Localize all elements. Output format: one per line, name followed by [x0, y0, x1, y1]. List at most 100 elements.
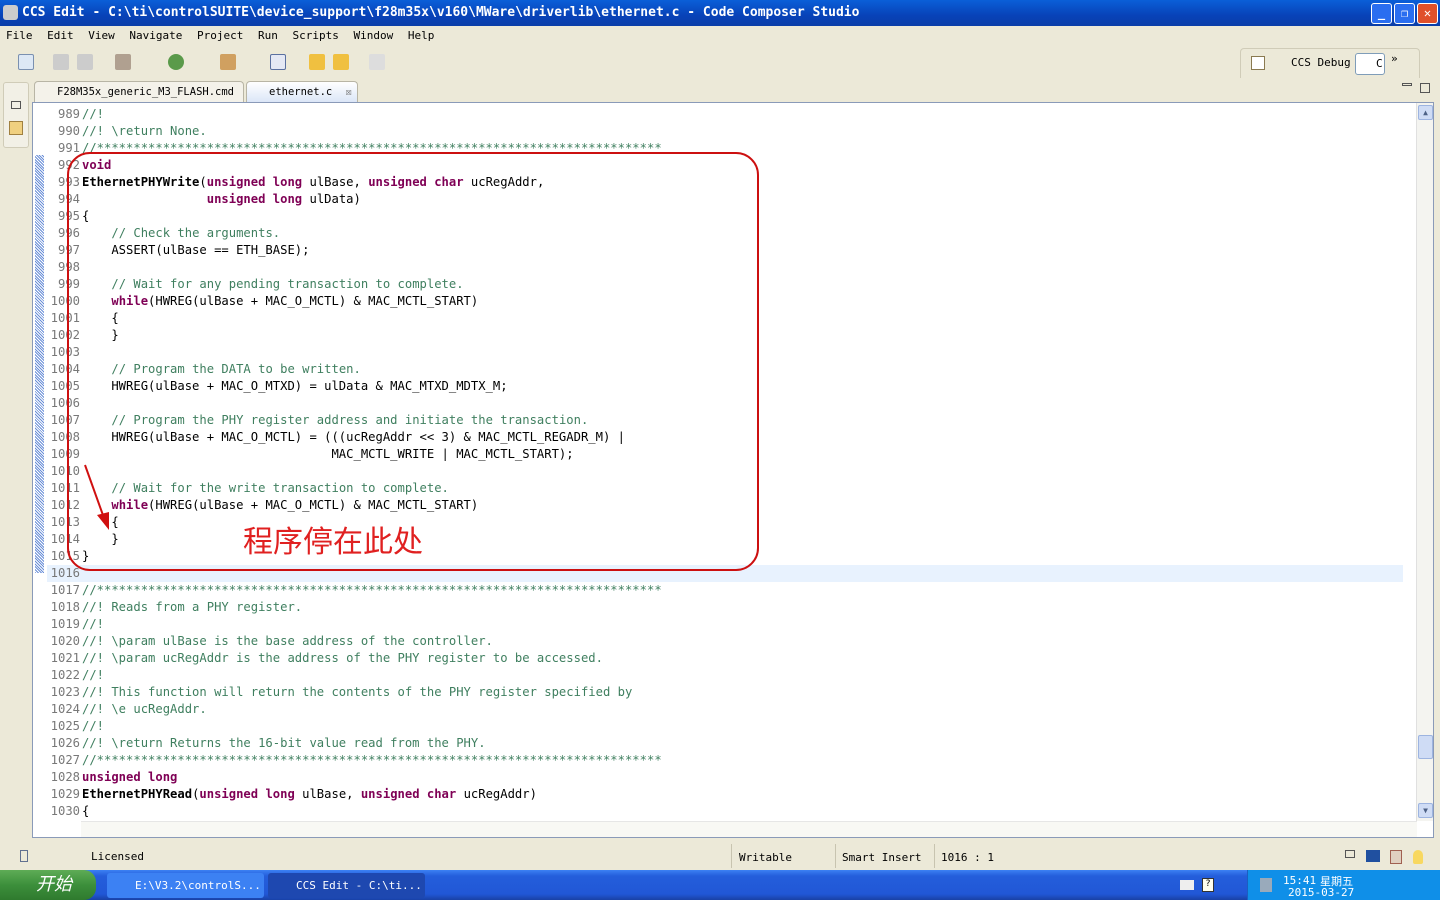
- progress-icon[interactable]: [1390, 850, 1402, 864]
- code-line[interactable]: 993 EthernetPHYWrite(unsigned long ulBase…: [47, 174, 1403, 191]
- perspective-ccs-edit[interactable]: C: [1355, 53, 1385, 75]
- code-line[interactable]: 1001 {: [47, 310, 1403, 327]
- forward-icon[interactable]: [369, 54, 385, 70]
- code-line[interactable]: 1002 }: [47, 327, 1403, 344]
- project-explorer-icon[interactable]: [9, 121, 23, 135]
- code-line[interactable]: 994 unsigned long ulData): [47, 191, 1403, 208]
- task-explorer[interactable]: E:\V3.2\controlS...: [107, 873, 264, 898]
- code-line[interactable]: 1023//! This function will return the co…: [47, 684, 1403, 701]
- code-line[interactable]: 1006: [47, 395, 1403, 412]
- code-line[interactable]: 1011 // Wait for the write transaction t…: [47, 480, 1403, 497]
- code-line[interactable]: 996 // Check the arguments.: [47, 225, 1403, 242]
- menu-file[interactable]: File: [6, 29, 33, 42]
- save-all-icon[interactable]: [77, 54, 93, 70]
- horizontal-scrollbar[interactable]: [81, 821, 1417, 837]
- code-line[interactable]: 1007 // Program the PHY register address…: [47, 412, 1403, 429]
- code-line[interactable]: 989//!: [47, 106, 1403, 123]
- close-tab-icon[interactable]: ☒: [346, 82, 352, 102]
- code-token: ulBase,: [294, 787, 361, 801]
- maximize-editor-icon[interactable]: [1420, 83, 1430, 93]
- code-line[interactable]: 990//! \return None.: [47, 123, 1403, 140]
- menu-run[interactable]: Run: [258, 29, 278, 42]
- code-line[interactable]: 1003: [47, 344, 1403, 361]
- new-icon[interactable]: [18, 54, 34, 70]
- task-ccs-edit[interactable]: CCS Edit - C:\ti...: [268, 873, 425, 898]
- menu-window[interactable]: Window: [353, 29, 393, 42]
- keyword-token: void: [82, 158, 112, 172]
- build-icon[interactable]: [115, 54, 131, 70]
- code-line[interactable]: 992 void: [47, 157, 1403, 174]
- minimize-editor-icon[interactable]: [1402, 83, 1412, 86]
- code-line[interactable]: 1004 // Program the DATA to be written.: [47, 361, 1403, 378]
- code-line[interactable]: 1010: [47, 463, 1403, 480]
- code-line[interactable]: 1028 unsigned long: [47, 769, 1403, 786]
- menu-view[interactable]: View: [88, 29, 115, 42]
- debug-icon[interactable]: [168, 54, 184, 70]
- minimize-button[interactable]: _: [1371, 3, 1392, 24]
- code-line[interactable]: 1024//! \e ucRegAddr.: [47, 701, 1403, 718]
- code-line[interactable]: 1019//!: [47, 616, 1403, 633]
- keyboard-icon[interactable]: [1180, 880, 1194, 890]
- code-line[interactable]: 997 ASSERT(ulBase == ETH_BASE);: [47, 242, 1403, 259]
- code-line[interactable]: 1025//!: [47, 718, 1403, 735]
- line-number: 1003: [50, 345, 80, 359]
- console-icon[interactable]: [1366, 850, 1380, 862]
- code-line[interactable]: 1022//!: [47, 667, 1403, 684]
- menu-scripts[interactable]: Scripts: [292, 29, 338, 42]
- line-number: 1024: [50, 702, 80, 716]
- save-icon[interactable]: [53, 54, 69, 70]
- license-status: Licensed: [91, 850, 144, 863]
- code-line[interactable]: 1021//! \param ucRegAddr is the address …: [47, 650, 1403, 667]
- code-line[interactable]: 1030{: [47, 803, 1403, 820]
- start-button[interactable]: 开始: [0, 870, 96, 900]
- tip-bulb-icon[interactable]: [1413, 850, 1423, 864]
- fast-view-icon[interactable]: [20, 850, 28, 862]
- menu-project[interactable]: Project: [197, 29, 243, 42]
- back-icon[interactable]: [333, 54, 349, 70]
- scroll-up-button[interactable]: ▲: [1418, 105, 1433, 120]
- tab-ethernet-c[interactable]: ethernet.c ☒: [246, 81, 358, 102]
- code-line[interactable]: 1016: [47, 565, 1403, 582]
- code-line[interactable]: 1012 while(HWREG(ulBase + MAC_O_MCTL) & …: [47, 497, 1403, 514]
- menu-navigate[interactable]: Navigate: [129, 29, 182, 42]
- code-line[interactable]: 1008 HWREG(ulBase + MAC_O_MCTL) = (((ucR…: [47, 429, 1403, 446]
- close-button[interactable]: ✕: [1417, 3, 1438, 24]
- code-line[interactable]: 999 // Wait for any pending transaction …: [47, 276, 1403, 293]
- code-line[interactable]: 1018//! Reads from a PHY register.: [47, 599, 1403, 616]
- restore-view-icon[interactable]: [1345, 850, 1355, 858]
- line-text: ASSERT(ulBase == ETH_BASE);: [82, 242, 309, 259]
- menu-edit[interactable]: Edit: [47, 29, 74, 42]
- code-line[interactable]: 995{: [47, 208, 1403, 225]
- network-icon[interactable]: [1260, 878, 1272, 892]
- scroll-down-button[interactable]: ▼: [1418, 803, 1433, 818]
- status-bar: Licensed Writable Smart Insert 1016 : 1: [0, 842, 1440, 870]
- open-perspective-icon[interactable]: [1251, 56, 1265, 70]
- writable-status: Writable: [739, 851, 792, 864]
- code-editor[interactable]: 989//! 990//! \return None. 991//*********…: [32, 102, 1434, 838]
- last-edit-icon[interactable]: [309, 54, 325, 70]
- code-lines[interactable]: 989//! 990//! \return None. 991//*********…: [47, 106, 1403, 820]
- perspective-ccs-debug[interactable]: CCS Debug: [1291, 56, 1351, 69]
- code-line[interactable]: 1000 while(HWREG(ulBase + MAC_O_MCTL) & …: [47, 293, 1403, 310]
- code-line[interactable]: 991//***********************************…: [47, 140, 1403, 157]
- code-line[interactable]: 1005 HWREG(ulBase + MAC_O_MTXD) = ulData…: [47, 378, 1403, 395]
- more-perspectives[interactable]: »: [1391, 45, 1398, 73]
- vertical-scrollbar[interactable]: ▲ ▼: [1416, 103, 1433, 821]
- tools-icon[interactable]: [220, 54, 236, 70]
- code-line[interactable]: 1009 MAC_MCTL_WRITE | MAC_MCTL_START);: [47, 446, 1403, 463]
- code-line[interactable]: 998: [47, 259, 1403, 276]
- menu-help[interactable]: Help: [408, 29, 435, 42]
- outline-icon[interactable]: [270, 54, 286, 70]
- restore-button[interactable]: ❐: [1394, 3, 1415, 24]
- code-line[interactable]: 1017//**********************************…: [47, 582, 1403, 599]
- restore-icon[interactable]: [11, 101, 21, 109]
- scroll-thumb[interactable]: [1418, 735, 1433, 759]
- line-number: 1001: [50, 311, 80, 325]
- code-line[interactable]: 1029 EthernetPHYRead(unsigned long ulBase…: [47, 786, 1403, 803]
- code-line[interactable]: 1027//**********************************…: [47, 752, 1403, 769]
- code-line[interactable]: 1020//! \param ulBase is the base addres…: [47, 633, 1403, 650]
- help-icon[interactable]: ?: [1202, 878, 1214, 892]
- tab-cmd-file[interactable]: F28M35x_generic_M3_FLASH.cmd: [34, 81, 244, 102]
- code-line[interactable]: 1026//! \return Returns the 16-bit value…: [47, 735, 1403, 752]
